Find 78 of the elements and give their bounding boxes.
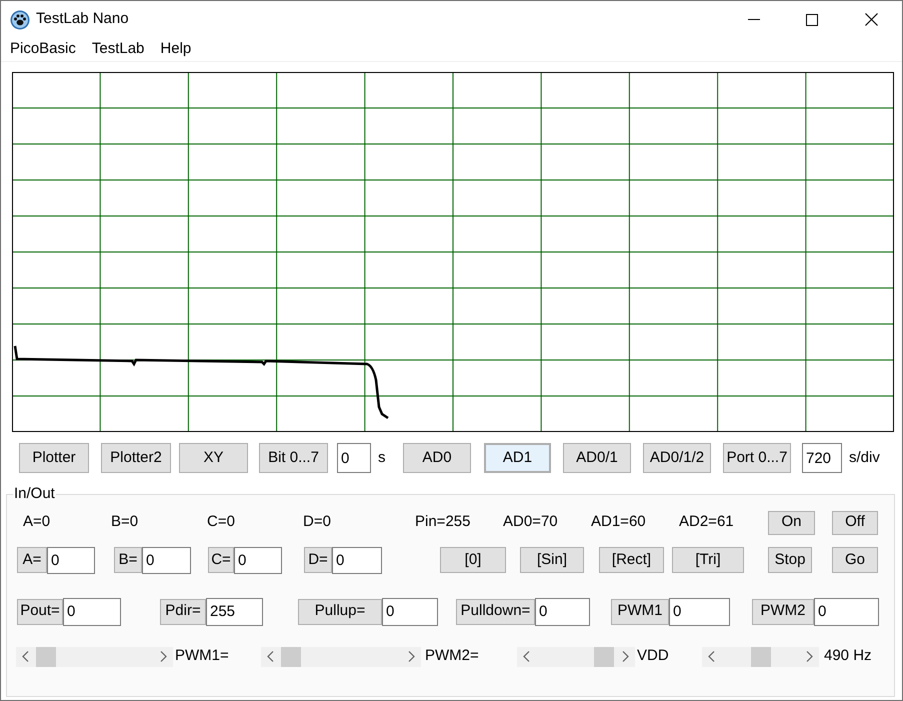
slider[interactable] xyxy=(16,646,173,666)
input-field[interactable]: 0 xyxy=(669,598,730,626)
mode-button[interactable]: AD0/1 xyxy=(563,443,631,473)
maximize-icon[interactable] xyxy=(806,14,818,26)
readout-text: A=0 xyxy=(23,512,52,532)
readout-text: D=0 xyxy=(303,512,332,532)
set-button[interactable]: Pulldown= xyxy=(456,598,535,624)
readout-text: AD0=70 xyxy=(503,512,559,532)
input-field[interactable]: 0 xyxy=(63,598,121,626)
mode-button[interactable]: AD0 xyxy=(403,443,471,473)
readout-text: Pin=255 xyxy=(415,512,472,532)
input-field[interactable]: 0 xyxy=(337,443,371,473)
input-field[interactable]: 0 xyxy=(535,598,590,626)
chevron-right-icon[interactable] xyxy=(622,651,629,662)
unit-label: s/div xyxy=(849,448,881,468)
input-field[interactable]: 0 xyxy=(814,598,879,626)
slider[interactable] xyxy=(261,646,421,666)
slider-thumb[interactable] xyxy=(281,646,302,666)
menu-item[interactable]: Help xyxy=(152,38,200,61)
slider-label: PWM2= xyxy=(425,646,480,666)
set-button[interactable]: B= xyxy=(114,547,142,573)
slider-label: VDD xyxy=(637,646,670,666)
menu-item[interactable]: TestLab xyxy=(84,38,152,61)
set-button[interactable]: Pdir= xyxy=(160,598,206,624)
set-button[interactable]: A= xyxy=(17,547,47,573)
mode-button[interactable]: AD0/1/2 xyxy=(643,443,711,473)
slider-thumb[interactable] xyxy=(750,646,770,666)
group-title: In/Out xyxy=(13,484,56,504)
mode-button[interactable]: Plotter2 xyxy=(101,443,171,473)
slider-label: 490 Hz xyxy=(824,646,873,666)
mode-button[interactable]: Port 0...7 xyxy=(723,443,791,473)
slider-thumb[interactable] xyxy=(36,646,56,666)
input-field[interactable]: 720 xyxy=(802,443,842,473)
power-button[interactable]: Off xyxy=(832,510,878,534)
slider-thumb[interactable] xyxy=(594,646,614,666)
mode-button[interactable]: Bit 0...7 xyxy=(259,443,328,473)
readout-text: C=0 xyxy=(207,512,236,532)
run-button[interactable]: Go xyxy=(832,547,878,573)
set-button[interactable]: C= xyxy=(208,547,234,573)
readout-text: B=0 xyxy=(111,512,140,532)
chevron-left-icon[interactable] xyxy=(708,651,715,662)
set-button[interactable]: Pout= xyxy=(17,598,63,624)
window-title: TestLab Nano xyxy=(36,9,129,30)
input-field[interactable]: 0 xyxy=(47,546,95,574)
set-button[interactable]: Pullup= xyxy=(298,598,382,624)
mode-button[interactable]: AD1 xyxy=(484,443,551,473)
input-field[interactable]: 0 xyxy=(234,546,282,574)
wave-button[interactable]: [Tri] xyxy=(672,547,744,573)
mode-button[interactable]: XY xyxy=(179,443,248,473)
input-field[interactable]: 0 xyxy=(332,546,382,574)
set-button[interactable]: PWM1 xyxy=(611,598,669,624)
input-field[interactable]: 255 xyxy=(206,598,263,626)
chevron-left-icon[interactable] xyxy=(267,651,274,662)
wave-button[interactable]: [Rect] xyxy=(599,547,664,573)
input-field[interactable]: 0 xyxy=(142,546,191,574)
power-button[interactable]: On xyxy=(768,510,815,534)
readout-text: AD1=60 xyxy=(591,512,647,532)
set-button[interactable]: D= xyxy=(304,547,332,573)
chevron-left-icon[interactable] xyxy=(22,651,29,662)
unit-label: s xyxy=(378,448,386,468)
mode-button[interactable]: Plotter xyxy=(19,443,89,473)
chevron-left-icon[interactable] xyxy=(523,651,530,662)
input-field[interactable]: 0 xyxy=(382,598,438,626)
close-icon[interactable] xyxy=(865,13,878,26)
wave-button[interactable]: [0] xyxy=(440,547,506,573)
run-button[interactable]: Stop xyxy=(768,547,812,573)
set-button[interactable]: PWM2 xyxy=(752,598,814,624)
wave-button[interactable]: [Sin] xyxy=(520,547,584,573)
minimize-icon[interactable] xyxy=(748,18,760,20)
paw-icon xyxy=(10,10,30,30)
menu-item[interactable]: PicoBasic xyxy=(1,38,84,61)
slider[interactable] xyxy=(702,646,819,666)
readout-text: AD2=61 xyxy=(679,512,735,532)
chevron-right-icon[interactable] xyxy=(408,651,415,662)
slider[interactable] xyxy=(517,646,635,666)
chevron-right-icon[interactable] xyxy=(160,651,167,662)
chevron-right-icon[interactable] xyxy=(806,651,813,662)
slider-label: PWM1= xyxy=(175,646,230,666)
